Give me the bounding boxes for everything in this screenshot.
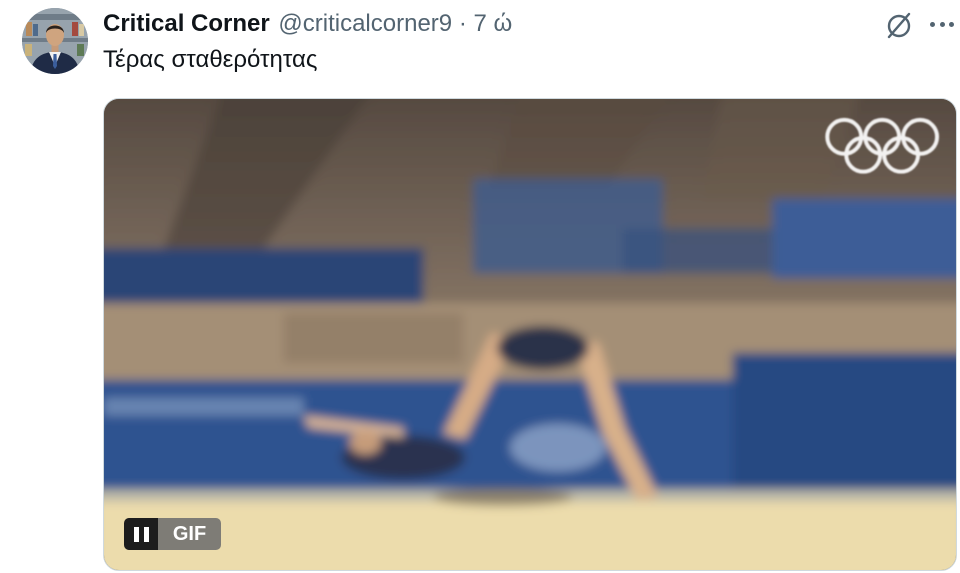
more-dot	[939, 21, 945, 27]
tweet-text: Τέρας σταθερότητας	[103, 46, 318, 73]
tweet-header: Critical Corner @criticalcorner9 · 7 ώ	[103, 10, 512, 38]
arena-background	[104, 99, 956, 570]
avatar-image	[22, 8, 88, 74]
pause-icon[interactable]	[124, 518, 158, 550]
grok-icon[interactable]	[884, 10, 914, 40]
author-name[interactable]: Critical Corner	[103, 10, 270, 37]
author-handle[interactable]: @criticalcorner9	[278, 10, 452, 37]
pause-bar	[133, 526, 139, 542]
avatar[interactable]	[22, 8, 88, 74]
gif-frame	[104, 99, 956, 570]
more-icon[interactable]	[928, 16, 956, 32]
more-dot	[930, 21, 935, 27]
separator: ·	[458, 10, 467, 37]
gif-media[interactable]: GIF	[103, 98, 957, 571]
pause-bar	[143, 526, 149, 542]
gif-badge: GIF	[158, 518, 221, 550]
tweet[interactable]: Critical Corner @criticalcorner9 · 7 ώ Τ…	[0, 0, 960, 573]
more-dot	[949, 21, 954, 27]
timestamp[interactable]: 7 ώ	[473, 10, 512, 37]
